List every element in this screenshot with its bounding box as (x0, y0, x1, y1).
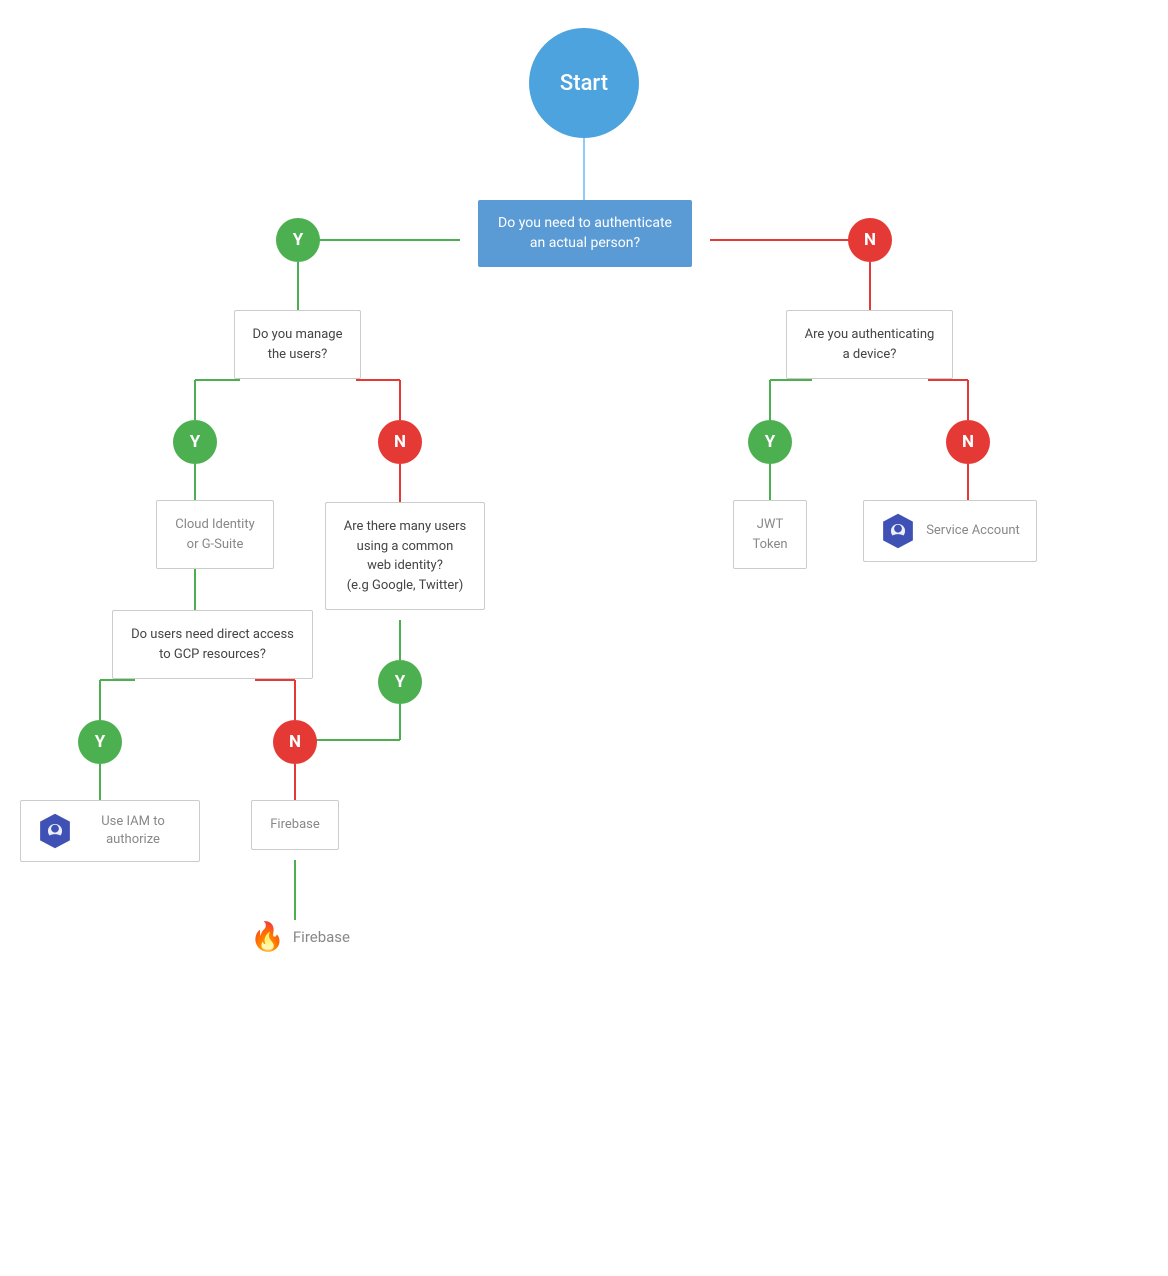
start-node: Start (529, 28, 639, 138)
q1-label: Do you need to authenticatean actual per… (498, 215, 672, 251)
start-circle: Start (529, 28, 639, 138)
result-cloud-identity: Cloud Identityor G-Suite (130, 500, 300, 569)
q2-label: Do you managethe users? (253, 327, 343, 362)
service-account-box: Service Account (863, 500, 1037, 562)
q5-box: Do users need direct accessto GCP resour… (112, 610, 313, 679)
question-2: Do you managethe users? (175, 310, 420, 379)
jwt-box: JWTToken (733, 500, 806, 569)
result-service-account: Service Account (840, 500, 1060, 562)
iam-icon (37, 813, 73, 849)
cloud-identity-label: Cloud Identityor G-Suite (175, 517, 255, 552)
result-iam: Use IAM to authorize (20, 800, 200, 862)
q1-box: Do you need to authenticatean actual per… (478, 200, 692, 267)
q4-box: Are there many usersusing a commonweb id… (325, 502, 486, 610)
iam-label: Use IAM to authorize (83, 813, 183, 849)
jwt-label: JWTToken (752, 517, 787, 552)
yn-q5-yes: Y (78, 720, 122, 764)
cloud-identity-box: Cloud Identityor G-Suite (156, 500, 274, 569)
yn-q3-no: N (946, 420, 990, 464)
result-firebase-icon: 🔥 Firebase (220, 920, 380, 953)
yn-q4-yes: Y (378, 660, 422, 704)
result-firebase-box: Firebase (215, 800, 375, 850)
yn-q1-yes: Y (276, 218, 320, 262)
q2-box: Do you managethe users? (234, 310, 362, 379)
yn-q1-no: N (848, 218, 892, 262)
question-3: Are you authenticatinga device? (752, 310, 987, 379)
firebase-icon-label: Firebase (293, 928, 350, 946)
yn-q5-no: N (273, 720, 317, 764)
firebase-flame-icon: 🔥 (250, 920, 285, 953)
q3-label: Are you authenticatinga device? (805, 327, 935, 362)
question-1: Do you need to authenticatean actual per… (460, 200, 710, 267)
q5-label: Do users need direct accessto GCP resour… (131, 627, 294, 662)
start-label: Start (560, 71, 608, 96)
firebase-box-label: Firebase (270, 817, 320, 832)
yn-q2-no: N (378, 420, 422, 464)
yn-q2-yes: Y (173, 420, 217, 464)
result-jwt: JWTToken (715, 500, 825, 569)
service-account-icon (880, 513, 916, 549)
service-account-label: Service Account (926, 522, 1020, 540)
firebase-box: Firebase (251, 800, 339, 850)
q4-label: Are there many usersusing a commonweb id… (344, 519, 467, 593)
iam-box: Use IAM to authorize (20, 800, 200, 862)
question-4: Are there many usersusing a commonweb id… (300, 502, 510, 610)
flowchart-diagram: Start Do you need to authenticatean actu… (0, 0, 1168, 1276)
yn-q3-yes: Y (748, 420, 792, 464)
question-5: Do users need direct accessto GCP resour… (75, 610, 350, 679)
q3-box: Are you authenticatinga device? (786, 310, 954, 379)
